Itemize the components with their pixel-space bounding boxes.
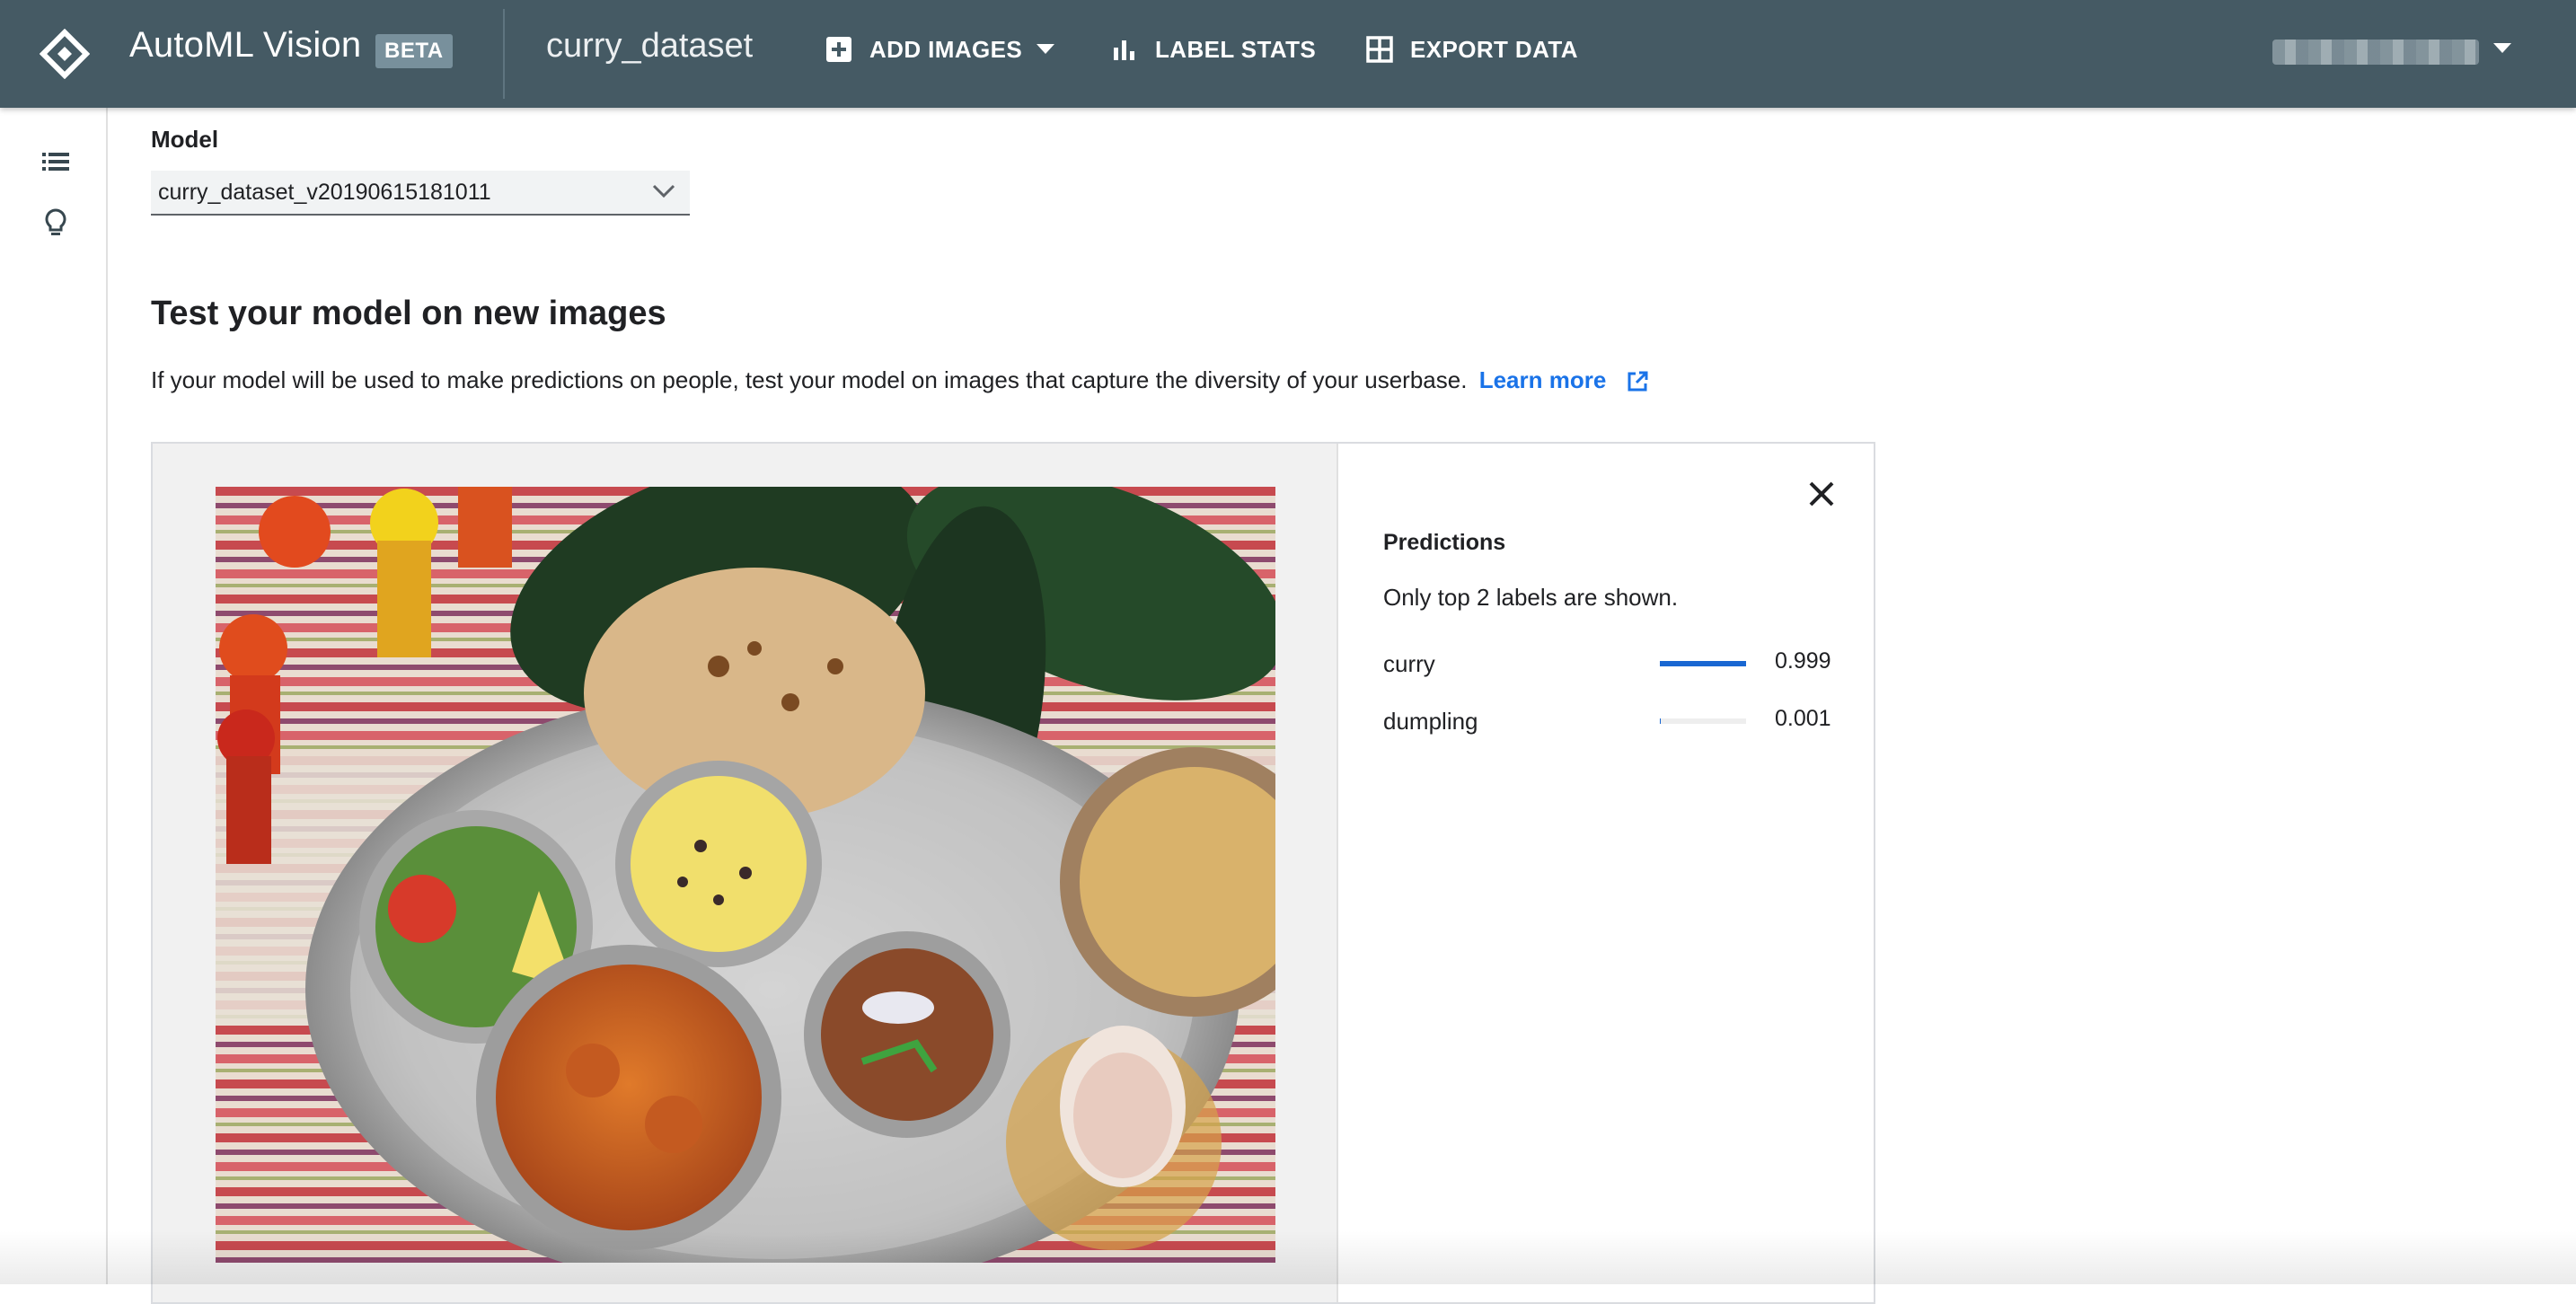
model-select[interactable]: curry_dataset_v20190615181011 [151,171,690,216]
list-icon[interactable] [40,145,72,178]
add-images-label: ADD IMAGES [869,36,1022,64]
prediction-label: dumpling [1383,708,1478,736]
confidence-bar [1660,718,1746,724]
left-rail [0,108,108,1284]
model-select-value: curry_dataset_v20190615181011 [158,180,491,206]
header-divider [503,9,505,99]
chevron-down-icon [652,183,675,199]
test-result-card: Predictions Only top 2 labels are shown.… [151,442,1875,1304]
prediction-score: 0.001 [1775,706,1831,732]
lightbulb-icon[interactable] [40,207,72,239]
prediction-row: curry 0.999 [1383,647,1832,683]
add-images-button[interactable]: ADD IMAGES [825,27,1054,72]
prediction-label: curry [1383,650,1435,678]
dataset-name: curry_dataset [546,27,753,66]
image-pane [153,444,1338,1302]
beta-badge: BETA [375,34,453,68]
chevron-down-icon [1037,44,1054,55]
prediction-score: 0.999 [1775,648,1831,674]
uploaded-food-image [216,487,1275,1263]
account-name-redacted [2272,40,2479,65]
predictions-title: Predictions [1383,530,1505,556]
confidence-bar [1660,661,1746,666]
learn-more-link[interactable]: Learn more [1479,366,1607,393]
prediction-row: dumpling 0.001 [1383,704,1832,740]
description-text: If your model will be used to make predi… [151,366,1467,393]
open-in-new-icon[interactable] [1626,370,1649,393]
automl-logo-icon[interactable] [40,29,90,79]
top-app-bar: AutoML Vision BETA curry_dataset ADD IMA… [0,0,2576,108]
app-name: AutoML Vision [129,25,361,66]
section-description: If your model will be used to make predi… [151,366,1649,394]
export-data-label: EXPORT DATA [1410,36,1578,64]
export-data-button[interactable]: EXPORT DATA [1365,27,1578,72]
close-icon[interactable] [1804,476,1839,512]
account-dropdown-caret-icon[interactable] [2493,43,2511,54]
bar-chart-icon [1110,35,1139,64]
confidence-bar-fill [1660,661,1746,666]
grid-icon [1365,35,1394,64]
predictions-note: Only top 2 labels are shown. [1383,584,1678,612]
label-stats-button[interactable]: LABEL STATS [1110,27,1316,72]
model-label: Model [151,126,218,154]
add-box-icon [825,35,853,64]
predictions-pane: Predictions Only top 2 labels are shown.… [1340,444,1875,1302]
label-stats-label: LABEL STATS [1155,36,1316,64]
account-switcher[interactable] [2272,36,2488,68]
section-title: Test your model on new images [151,295,666,333]
